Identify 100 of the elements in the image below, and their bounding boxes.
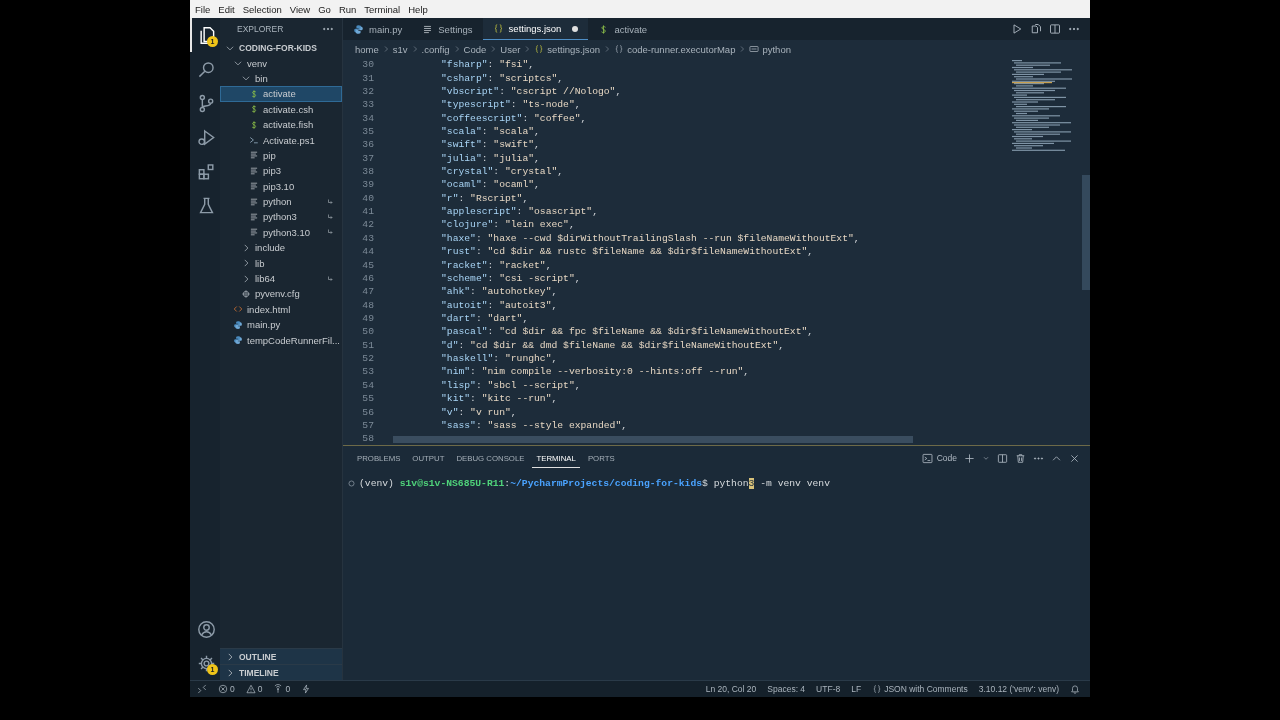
tree-item[interactable]: tempCodeRunnerFil... [220, 332, 342, 348]
run-icon[interactable] [1011, 23, 1023, 35]
section-header[interactable]: CODING-FOR-KIDS [220, 40, 342, 56]
line-number: 34 [361, 112, 374, 124]
lines-icon [422, 23, 434, 35]
sidebar-title: EXPLORER [237, 24, 284, 34]
prompt-icon [249, 135, 259, 146]
scrollbar-thumb[interactable] [393, 436, 913, 443]
line-number: 38 [361, 166, 374, 178]
status-item[interactable]: Spaces: 4 [767, 684, 806, 694]
tree-item[interactable]: pip [220, 147, 342, 164]
code-line: "coffeescript": "coffee", [441, 112, 587, 124]
code-line: "scala": "scala", [441, 125, 540, 137]
tree-item[interactable]: lib [220, 255, 342, 271]
code-line: "scheme": "csi -script", [441, 272, 581, 284]
line-number: 51 [361, 339, 374, 351]
line-number: 50 [361, 326, 374, 338]
file-lines-icon [249, 165, 259, 176]
status-item[interactable]: 3.10.12 ('venv': venv) [978, 684, 1059, 694]
lightning-icon[interactable] [301, 684, 312, 694]
code-line: "ocaml": "ocaml", [441, 179, 540, 191]
plus-icon[interactable] [964, 452, 975, 464]
line-number: 45 [361, 259, 374, 271]
document-icon[interactable] [1030, 23, 1042, 35]
trash-icon[interactable] [1015, 452, 1026, 464]
section-header[interactable]: OUTLINE [220, 648, 342, 664]
split-editor-icon[interactable] [1049, 23, 1061, 35]
tree-item[interactable]: activate.csh [220, 101, 342, 117]
menu-item[interactable]: Terminal [360, 2, 405, 16]
breadcrumb-item[interactable]: code-runner.executorMap [614, 43, 736, 55]
tree-item[interactable]: pip3 [220, 163, 342, 179]
code-line: "crystal": "crystal", [441, 166, 564, 178]
breadcrumb-item[interactable]: Code [463, 43, 487, 55]
tree-item[interactable]: activate [220, 86, 342, 102]
tree-item[interactable]: bin [220, 70, 342, 87]
tree-item[interactable]: venv [220, 55, 342, 71]
chevron-right-icon [489, 45, 498, 53]
tree-item[interactable]: python3.10 [220, 224, 342, 241]
breadcrumb-item[interactable]: s1v [392, 43, 408, 55]
tree-item[interactable]: index.html [220, 301, 342, 318]
warning-icon [245, 684, 256, 694]
file-lines-icon [249, 181, 259, 192]
code-line: "lisp": "sbcl --script", [441, 379, 581, 391]
status-item[interactable]: UTF-8 [816, 684, 841, 694]
status-item[interactable]: 0 [273, 684, 291, 694]
status-item[interactable]: LF [851, 684, 862, 694]
line-number: 41 [361, 206, 374, 218]
menu-item[interactable]: Selection [238, 2, 286, 16]
code-line: "fsharp": "fsi", [441, 59, 535, 71]
tree-item[interactable]: include [220, 240, 342, 256]
caret-icon[interactable] [982, 454, 990, 462]
menu-item[interactable]: Edit [214, 2, 239, 16]
status-item[interactable]: JSON with Comments [872, 684, 968, 694]
dollar-icon [249, 104, 259, 115]
tree-item[interactable]: python [220, 193, 342, 210]
file-lines-icon [249, 196, 259, 207]
breadcrumb-item[interactable]: .config [421, 43, 450, 55]
line-number: 54 [361, 379, 374, 391]
line-number: 52 [361, 353, 374, 365]
breadcrumb-item[interactable]: User [500, 43, 521, 55]
editor-tab[interactable]: settings.json [482, 18, 589, 40]
line-number: 35 [361, 125, 374, 137]
scrollbar-thumb[interactable] [1082, 175, 1090, 290]
editor-tab[interactable]: Settings [412, 18, 483, 40]
tree-item[interactable]: activate.fish [220, 116, 342, 133]
breadcrumb-item[interactable]: home [355, 43, 379, 55]
line-number: 55 [361, 393, 374, 405]
tree-item[interactable]: main.py [220, 317, 342, 333]
line-number: 36 [361, 139, 374, 151]
terminal-launch-button[interactable]: Code [921, 452, 957, 464]
tree-item[interactable]: Activate.ps1 [220, 132, 342, 148]
chevron-right-icon [603, 45, 612, 53]
remote-icon[interactable] [197, 684, 207, 694]
breadcrumb-item[interactable]: python [749, 43, 791, 55]
section-header[interactable]: TIMELINE [220, 664, 342, 680]
menu-item[interactable]: Go [314, 2, 335, 16]
prompt-circle-icon [347, 479, 356, 488]
menu-item[interactable]: View [285, 2, 315, 16]
tree-item[interactable]: pip3.10 [220, 178, 342, 194]
status-item[interactable]: Ln 20, Col 20 [705, 684, 757, 694]
status-item[interactable]: 0 [218, 684, 235, 694]
bell-icon[interactable] [1070, 684, 1080, 694]
editor-tab[interactable]: main.py [343, 18, 413, 40]
tree-item[interactable]: pyvenv.cfg [220, 286, 342, 302]
tree-item[interactable]: lib64 [220, 270, 342, 287]
menu-item[interactable]: File [191, 2, 215, 16]
menu-item[interactable]: Run [334, 2, 361, 16]
dollar-icon [249, 88, 259, 99]
python-icon [353, 23, 364, 35]
close-icon[interactable] [1069, 452, 1080, 464]
braces-icon [492, 23, 504, 34]
breadcrumb-item[interactable]: settings.json [534, 43, 601, 55]
code-line: "ahk": "autohotkey", [441, 286, 558, 298]
split-editor-icon[interactable] [997, 452, 1008, 464]
line-number: 46 [361, 272, 374, 284]
dollar-icon [249, 119, 259, 130]
status-item[interactable]: 0 [245, 684, 263, 694]
editor-tab[interactable]: activate [588, 18, 658, 40]
tree-item[interactable]: python3 [220, 209, 342, 225]
menu-item[interactable]: Help [404, 2, 432, 16]
